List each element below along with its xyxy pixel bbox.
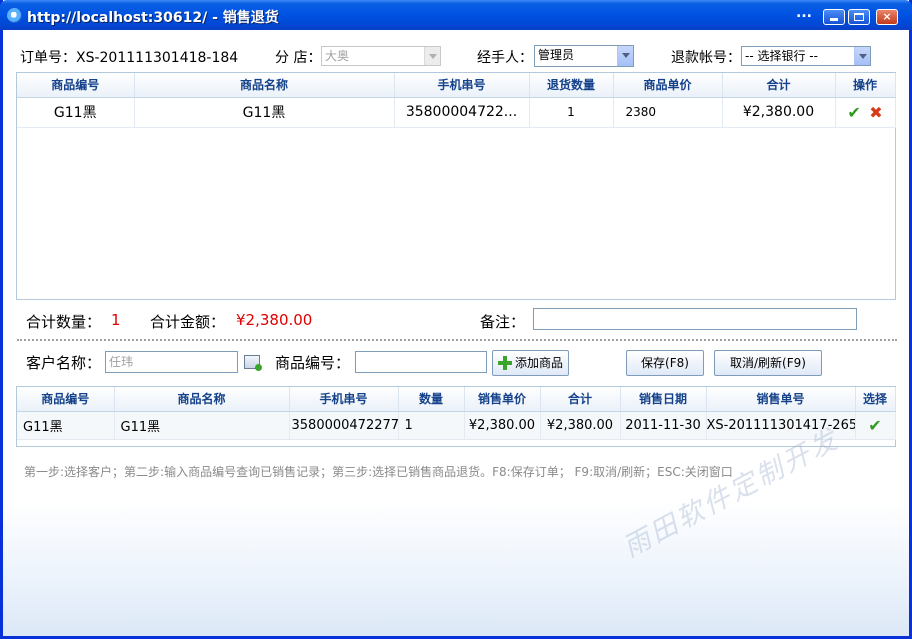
- branch-value: 大奥: [325, 49, 350, 63]
- delete-cross-icon[interactable]: ✖: [869, 103, 882, 122]
- handler-select[interactable]: 管理员: [534, 45, 634, 67]
- minimize-button[interactable]: [823, 9, 845, 25]
- maximize-icon: [854, 13, 864, 21]
- cell-serial: 358000047227788: [289, 411, 399, 440]
- refund-account-label: 退款帐号：: [671, 50, 741, 66]
- branch-select: 大奥: [321, 46, 441, 66]
- col-header-sale-order[interactable]: 销售单号: [706, 387, 856, 412]
- handler-label: 经手人：: [477, 50, 533, 66]
- col-header-sale-date[interactable]: 销售日期: [620, 387, 707, 412]
- refund-account-select[interactable]: -- 选择银行 --: [741, 46, 871, 66]
- total-amount-label: 合计金额：: [150, 313, 226, 331]
- cell-select: ✔: [855, 411, 896, 440]
- col-header-code[interactable]: 商品编号: [17, 387, 115, 412]
- cell-sale-date: 2011-11-30: [620, 411, 707, 440]
- order-number-label: 订单号：XS-201111301418-184: [20, 50, 239, 66]
- select-customer-icon[interactable]: [244, 355, 262, 371]
- col-header-return-qty[interactable]: 退货数量: [529, 73, 614, 98]
- save-button[interactable]: 保存(F8): [626, 350, 704, 376]
- table-row[interactable]: G11黑 G11黑 358000047227788 1 ¥2,380.00 ¥2…: [17, 411, 896, 440]
- maximize-button[interactable]: [848, 9, 870, 25]
- col-header-select: 选择: [855, 387, 896, 412]
- total-qty-value: 1: [111, 311, 121, 329]
- cell-code: G11黑: [17, 411, 115, 440]
- add-product-button[interactable]: 添加商品: [492, 350, 569, 376]
- cancel-refresh-label: 取消/刷新(F9): [730, 356, 806, 370]
- product-code-label: 商品编号：: [275, 354, 351, 372]
- col-header-name[interactable]: 商品名称: [134, 73, 395, 98]
- handler-value: 管理员: [538, 48, 575, 62]
- col-header-qty[interactable]: 数量: [398, 387, 465, 412]
- client-area: 订单号：XS-201111301418-184 分 店： 大奥 经手人： 管理员…: [3, 30, 909, 636]
- ie-icon: [7, 8, 22, 23]
- plus-icon: [497, 356, 512, 370]
- cell-qty: 1: [398, 411, 465, 440]
- branch-label: 分 店：: [275, 50, 322, 66]
- cancel-refresh-button[interactable]: 取消/刷新(F9): [714, 350, 822, 376]
- col-header-name[interactable]: 商品名称: [114, 387, 290, 412]
- chevron-down-icon[interactable]: [617, 46, 633, 66]
- total-amount-value: ¥2,380.00: [236, 311, 313, 329]
- confirm-check-icon[interactable]: ✔: [847, 103, 860, 122]
- cell-return-qty[interactable]: 1: [529, 97, 614, 128]
- col-header-unit-price[interactable]: 商品单价: [613, 73, 723, 98]
- cell-code: G11黑: [17, 97, 135, 128]
- close-icon: ×: [882, 10, 892, 23]
- total-qty-label: 合计数量：: [26, 313, 102, 331]
- cell-serial: 35800004722...: [394, 97, 530, 128]
- col-header-serial[interactable]: 手机串号: [289, 387, 399, 412]
- col-header-total[interactable]: 合计: [722, 73, 836, 98]
- col-header-total[interactable]: 合计: [540, 387, 621, 412]
- col-header-code[interactable]: 商品编号: [17, 73, 135, 98]
- remark-label: 备注：: [480, 313, 526, 331]
- col-header-action: 操作: [835, 73, 896, 98]
- add-product-label: 添加商品: [514, 356, 563, 370]
- close-button[interactable]: ×: [876, 9, 898, 25]
- select-check-icon[interactable]: ✔: [868, 416, 881, 435]
- cell-total: ¥2,380.00: [722, 97, 836, 128]
- title-bar[interactable]: http://localhost:30612/ - 销售退货 ... ×: [0, 0, 912, 30]
- cell-actions: ✔ ✖: [835, 97, 896, 128]
- cell-total: ¥2,380.00: [540, 411, 621, 440]
- cell-name: G11黑: [134, 97, 395, 128]
- col-header-sale-price[interactable]: 销售单价: [464, 387, 541, 412]
- table-row[interactable]: G11黑 G11黑 35800004722... 1 2380 ¥2,380.0…: [17, 97, 896, 128]
- col-header-serial[interactable]: 手机串号: [394, 73, 530, 98]
- window-title: http://localhost:30612/ - 销售退货: [27, 10, 279, 26]
- refund-account-value: -- 选择银行 --: [745, 49, 818, 63]
- minimize-icon: [830, 18, 838, 21]
- save-label: 保存(F8): [641, 356, 689, 370]
- cell-sale-price: ¥2,380.00: [464, 411, 541, 440]
- divider: [17, 339, 897, 341]
- remark-input[interactable]: [533, 308, 857, 330]
- instructions-hint: 第一步:选择客户；第二步:输入商品编号查询已销售记录；第三步:选择已销售商品退货…: [24, 465, 733, 479]
- customer-label: 客户名称：: [26, 354, 102, 372]
- product-code-input[interactable]: [355, 351, 487, 373]
- cell-unit-price[interactable]: 2380: [613, 97, 723, 128]
- return-items-grid: 商品编号 商品名称 手机串号 退货数量 商品单价 合计 操作 G11黑 G11黑…: [16, 72, 896, 300]
- chevron-down-icon: [424, 47, 440, 65]
- sales-records-grid: 商品编号 商品名称 手机串号 数量 销售单价 合计 销售日期 销售单号 选择 G…: [16, 386, 896, 447]
- title-ellipsis: ...: [796, 5, 812, 21]
- customer-input[interactable]: 任玮: [105, 351, 238, 373]
- chevron-down-icon[interactable]: [854, 47, 870, 65]
- cell-name: G11黑: [114, 411, 290, 440]
